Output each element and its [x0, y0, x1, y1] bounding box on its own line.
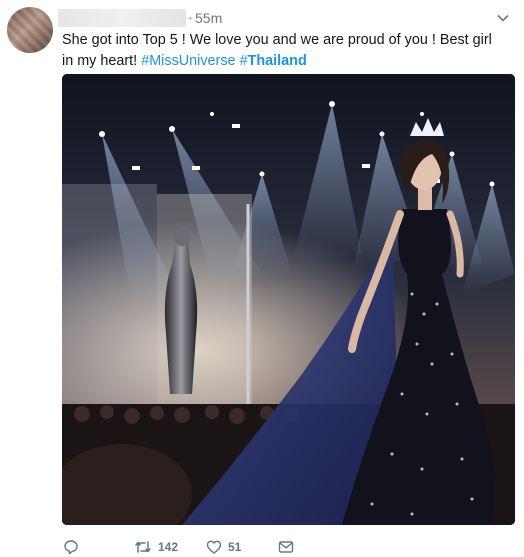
- like-button[interactable]: 51: [206, 539, 241, 555]
- reply-icon: [63, 539, 79, 555]
- separator-dot: ·: [188, 9, 193, 25]
- retweet-button[interactable]: 142: [134, 539, 178, 555]
- stage-photo-illustration: [62, 74, 515, 525]
- direct-message-button[interactable]: [278, 539, 294, 555]
- avatar[interactable]: [7, 7, 53, 53]
- hashtag-thailand[interactable]: #Thailand: [240, 53, 307, 69]
- hashtag-prefix: #: [239, 53, 248, 69]
- chevron-down-icon[interactable]: [496, 11, 510, 25]
- blurred-user-name[interactable]: [58, 9, 186, 27]
- retweet-count: 142: [158, 540, 179, 554]
- tweet-text: She got into Top 5 ! We love you and we …: [62, 30, 506, 72]
- reply-button[interactable]: [63, 539, 79, 555]
- heart-icon: [206, 539, 222, 555]
- tweet-timestamp[interactable]: 55m: [195, 10, 222, 26]
- like-count: 51: [228, 540, 242, 554]
- hashtag-thailand-text: Thailand: [247, 53, 307, 69]
- hashtag-missuniverse[interactable]: #MissUniverse: [141, 53, 235, 69]
- tweet-photo[interactable]: [62, 74, 515, 525]
- retweet-icon: [134, 539, 152, 555]
- envelope-icon: [278, 539, 294, 555]
- tweet-actions: 142 51: [0, 539, 524, 557]
